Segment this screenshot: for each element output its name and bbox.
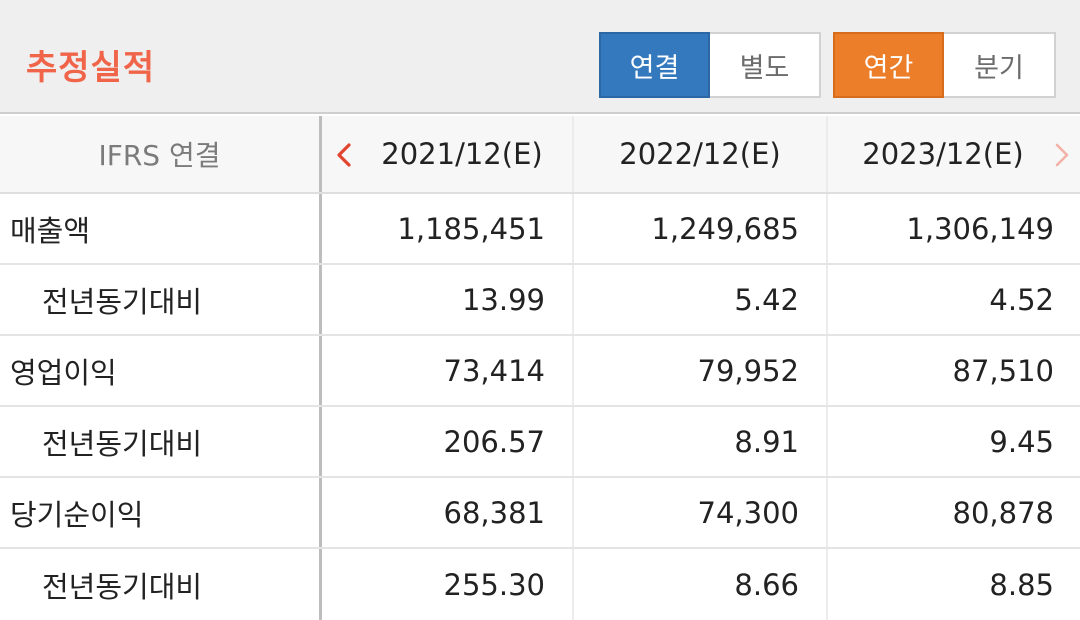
quarterly-button[interactable]: 분기: [944, 32, 1056, 98]
period-header-2: 2022/12(E): [574, 116, 828, 192]
chevron-right-icon[interactable]: [1050, 141, 1074, 169]
value-cell: 79,952: [574, 336, 828, 405]
value-cell: 4.52: [989, 282, 1054, 317]
period-toggle: 연간 분기: [833, 32, 1056, 98]
row-label: 전년동기대비: [0, 265, 322, 334]
value-cell: 8.85: [989, 567, 1054, 602]
estimates-header: 추정실적 연결 별도 연간 분기: [0, 0, 1080, 114]
row-label: 매출액: [0, 194, 322, 263]
value-cell: 73,414: [322, 336, 574, 405]
value-cell: 74,300: [574, 478, 828, 547]
value-cell: 13.99: [322, 265, 574, 334]
value-cell: 1,249,685: [574, 194, 828, 263]
table-row: 전년동기대비 13.99 5.42 4.52: [0, 265, 1080, 336]
value-cell: 1,185,451: [322, 194, 574, 263]
period-header-3: 2023/12(E): [828, 116, 1080, 192]
table-row: 영업이익 73,414 79,952 87,510: [0, 336, 1080, 407]
value-cell: 255.30: [322, 549, 574, 620]
value-cell: 206.57: [322, 407, 574, 476]
value-cell: 68,381: [322, 478, 574, 547]
annual-button[interactable]: 연간: [833, 32, 944, 98]
row-label: 영업이익: [0, 336, 322, 405]
value-cell: 5.42: [574, 265, 828, 334]
table-row: 전년동기대비 255.30 8.66 8.85: [0, 549, 1080, 620]
period-label: 2023/12(E): [862, 137, 1024, 171]
section-title: 추정실적: [26, 48, 156, 88]
period-header-1: 2021/12(E): [322, 116, 574, 192]
row-label: 전년동기대비: [0, 549, 322, 620]
value-cell: 8.66: [574, 549, 828, 620]
consolidated-button[interactable]: 연결: [599, 32, 710, 98]
value-cell: 80,878: [952, 495, 1054, 530]
estimates-table: IFRS 연결 2021/12(E) 2022/12(E) 2023/12(E)…: [0, 116, 1080, 620]
value-cell: 9.45: [989, 424, 1054, 459]
table-row: 전년동기대비 206.57 8.91 9.45: [0, 407, 1080, 478]
period-label: 2021/12(E): [381, 137, 543, 171]
separate-button[interactable]: 별도: [710, 32, 821, 98]
consolidation-toggle: 연결 별도: [599, 32, 821, 98]
period-label: 2022/12(E): [619, 137, 781, 171]
accounting-standard-label: IFRS 연결: [0, 116, 322, 192]
table-row: 당기순이익 68,381 74,300 80,878: [0, 478, 1080, 549]
table-header-row: IFRS 연결 2021/12(E) 2022/12(E) 2023/12(E): [0, 116, 1080, 194]
value-cell: 87,510: [952, 353, 1054, 388]
value-cell: 1,306,149: [906, 211, 1054, 246]
table-row: 매출액 1,185,451 1,249,685 1,306,149: [0, 194, 1080, 265]
chevron-left-icon[interactable]: [332, 141, 356, 169]
row-label: 당기순이익: [0, 478, 322, 547]
row-label: 전년동기대비: [0, 407, 322, 476]
value-cell: 8.91: [574, 407, 828, 476]
